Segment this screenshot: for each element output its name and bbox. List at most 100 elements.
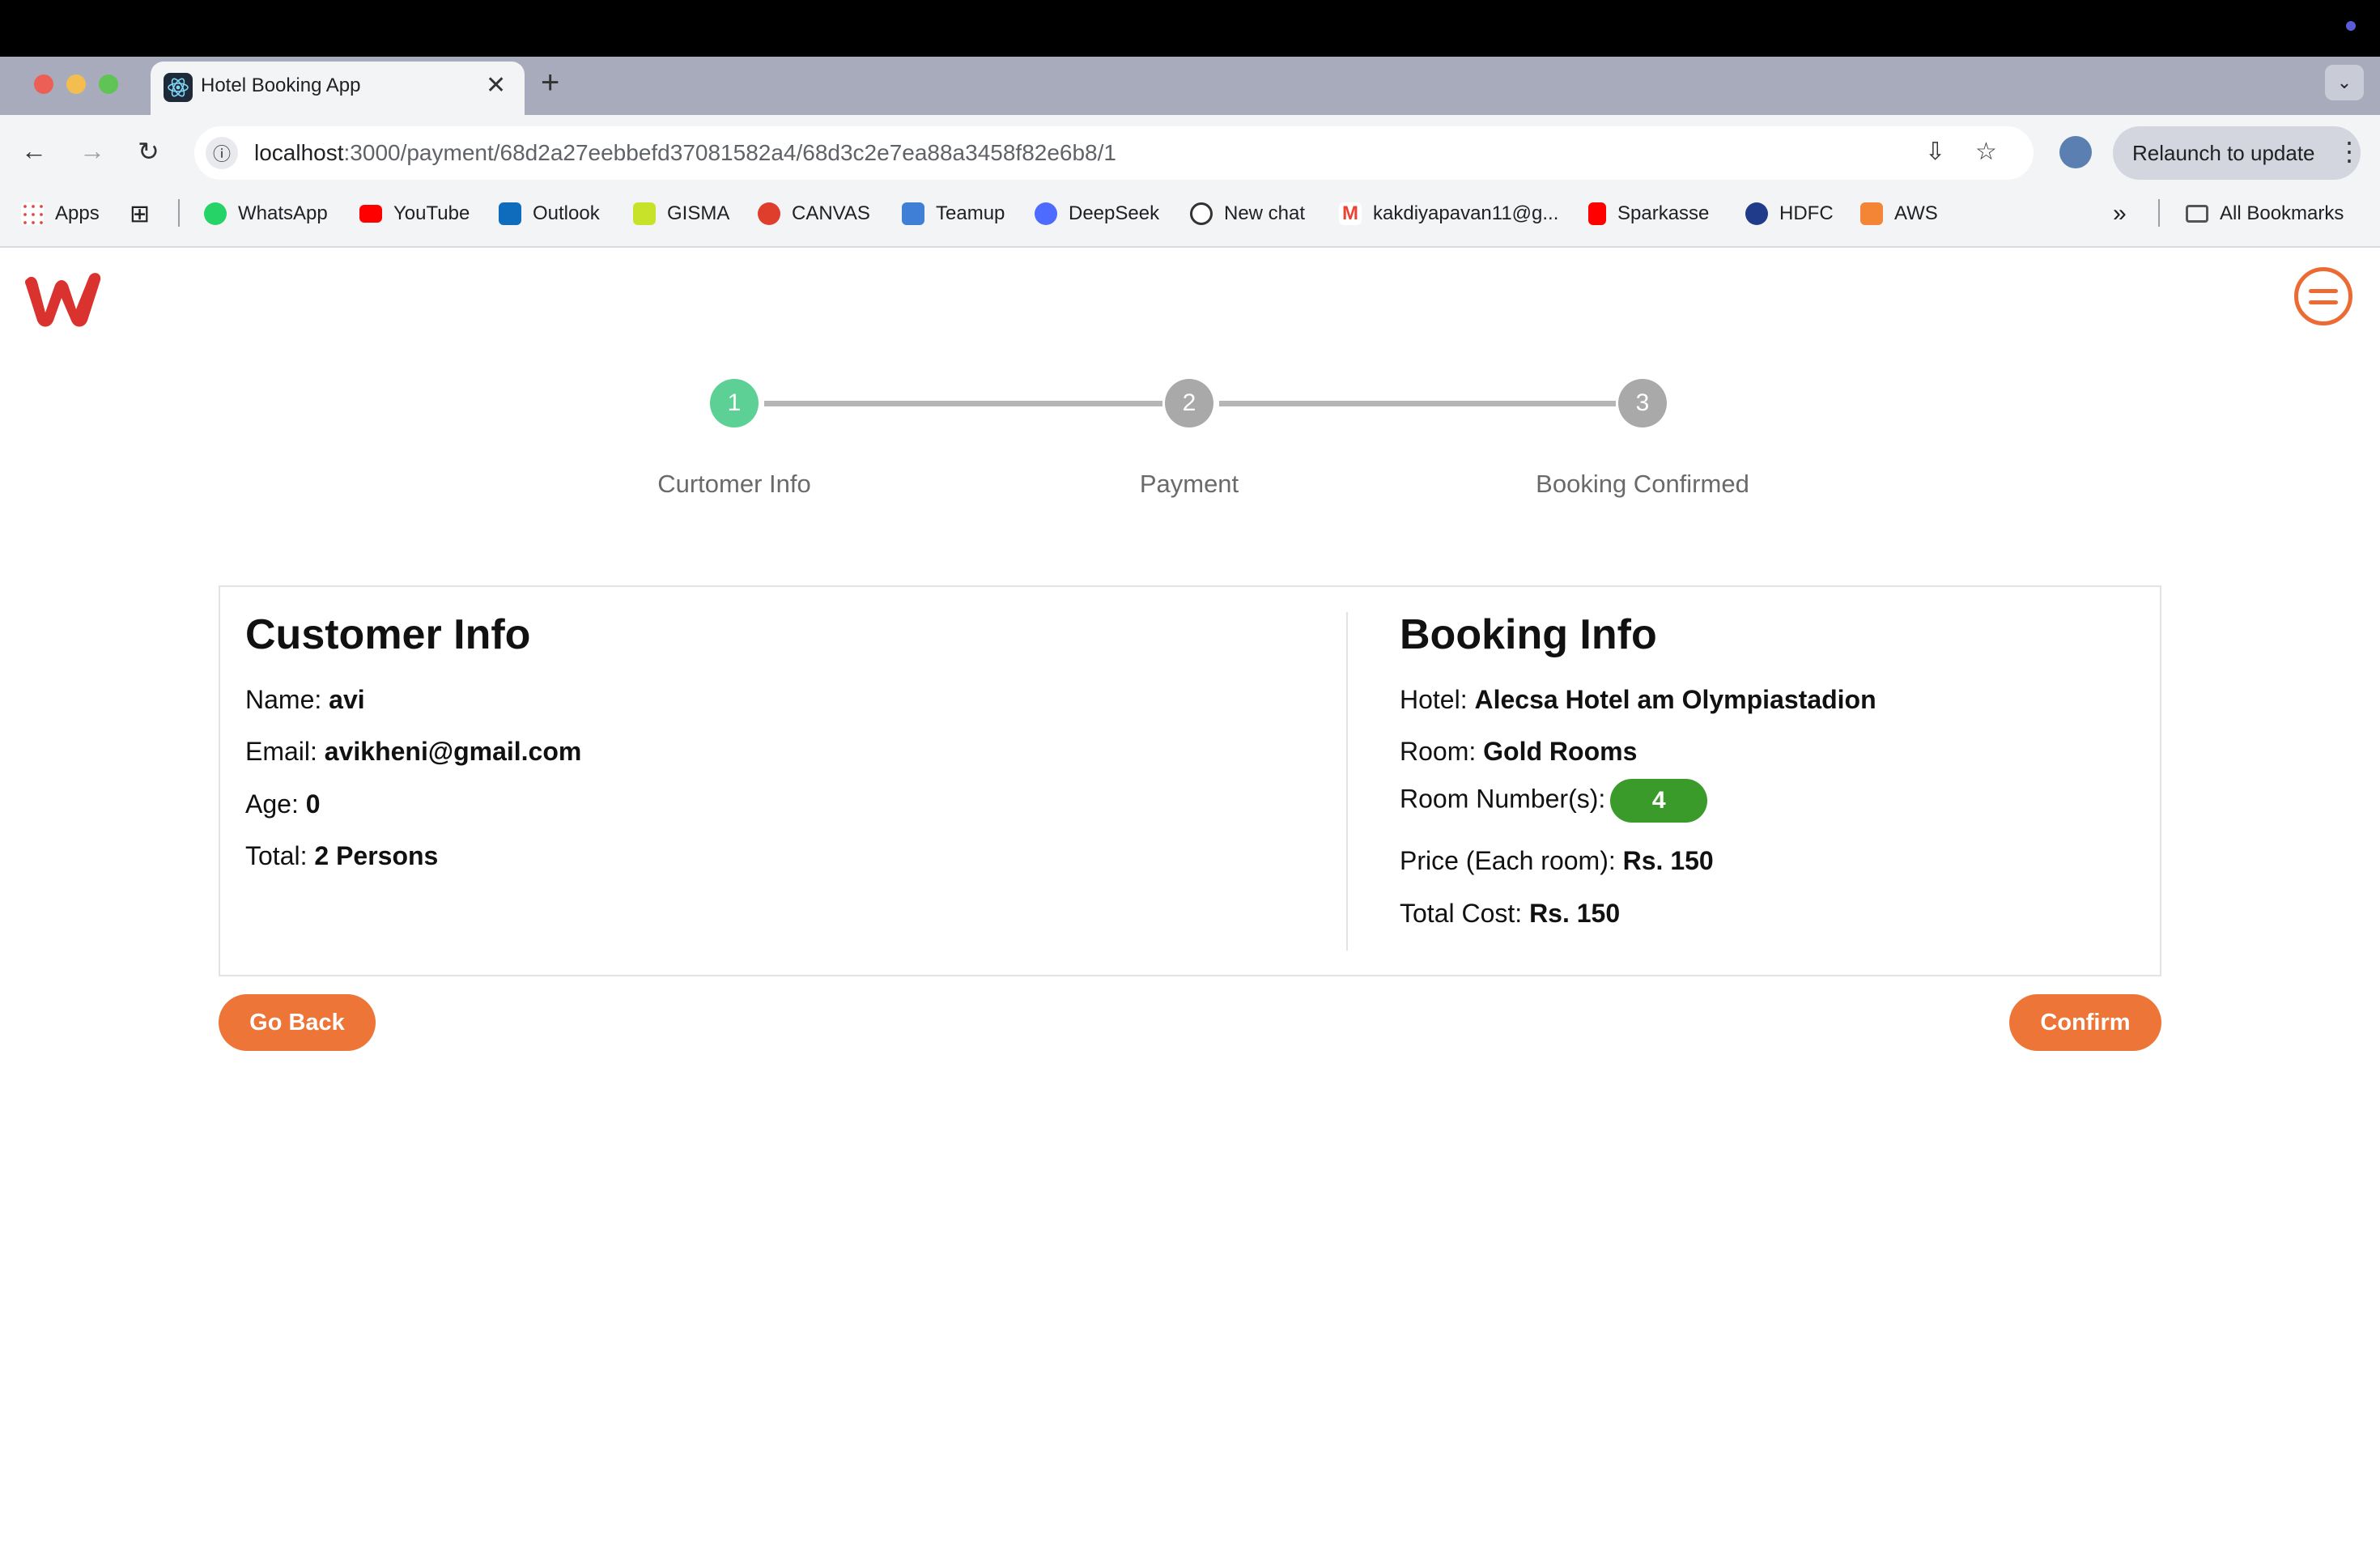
menu-line: [2309, 288, 2338, 293]
booking-total-cost: Rs. 150: [1529, 899, 1621, 928]
relaunch-button[interactable]: Relaunch to update ⋮: [2113, 126, 2362, 180]
bookmark-label: New chat: [1224, 202, 1306, 224]
bookmark-canvas[interactable]: CANVAS: [758, 199, 870, 228]
url-text[interactable]: localhost:3000/payment/68d2a27eebbefd370…: [254, 140, 1116, 166]
deepseek-icon: [1035, 202, 1057, 225]
menu-line: [2309, 300, 2338, 304]
folder-icon: [2186, 205, 2208, 223]
booking-price-row: Price (Each room): Rs. 150: [1400, 846, 1714, 876]
bookmark-gmail[interactable]: Mkakdiyapavan11@g...: [1339, 199, 1558, 228]
outlook-icon: [499, 202, 521, 225]
booking-room-row: Room: Gold Rooms: [1400, 737, 1637, 767]
booking-total-cost-row: Total Cost: Rs. 150: [1400, 899, 1620, 929]
bookmark-label: WhatsApp: [238, 202, 328, 224]
step-1-label: Curtomer Info: [657, 470, 811, 498]
bookmark-apps[interactable]: Apps: [21, 199, 100, 228]
bookmark-deepseek[interactable]: DeepSeek: [1035, 199, 1159, 228]
bookmark-label: Teamup: [936, 202, 1005, 224]
site-info-icon[interactable]: ⓘ: [206, 137, 238, 169]
customer-total-row: Total: 2 Persons: [245, 841, 438, 871]
bookmark-separator: [2158, 199, 2160, 227]
field-label: Room Number(s):: [1400, 784, 1606, 814]
address-bar[interactable]: ⓘ localhost:3000/payment/68d2a27eebbefd3…: [194, 126, 2034, 180]
field-label: Age:: [245, 789, 299, 819]
booking-room-numbers-row: Room Number(s): 4: [1400, 779, 1708, 823]
bookmark-label: kakdiyapavan11@g...: [1373, 202, 1559, 224]
step-2-label: Payment: [1139, 470, 1239, 498]
customer-age: 0: [305, 789, 321, 819]
customer-email: avikheni@gmail.com: [324, 737, 582, 766]
bookmark-aws[interactable]: AWS: [1860, 199, 1938, 228]
bookmark-teamup[interactable]: Teamup: [902, 199, 1005, 228]
relaunch-label: Relaunch to update: [2132, 141, 2315, 165]
profile-avatar[interactable]: [2059, 136, 2092, 168]
more-bookmarks-icon[interactable]: »: [2113, 199, 2127, 228]
bookmark-label: GISMA: [667, 202, 730, 224]
bookmark-label: DeepSeek: [1069, 202, 1160, 224]
bookmark-sparkasse[interactable]: Sparkasse: [1588, 199, 1709, 228]
field-label: Price (Each room):: [1400, 846, 1616, 875]
new-tab-icon[interactable]: +: [541, 65, 559, 101]
bookmark-all[interactable]: All Bookmarks: [2186, 199, 2344, 228]
bookmark-label: AWS: [1894, 202, 1938, 224]
bookmark-label: Sparkasse: [1617, 202, 1710, 224]
field-label: Hotel:: [1400, 685, 1468, 714]
bookmark-label: Outlook: [533, 202, 600, 224]
go-back-button[interactable]: Go Back: [219, 994, 376, 1051]
step-2-circle: 2: [1165, 379, 1213, 427]
forward-arrow-icon[interactable]: →: [79, 136, 105, 166]
chevron-down-icon[interactable]: ⌄: [2325, 65, 2364, 100]
bookmark-youtube[interactable]: YouTube: [359, 199, 470, 228]
confirm-button[interactable]: Confirm: [2009, 994, 2161, 1051]
booking-info-heading: Booking Info: [1400, 611, 1657, 658]
install-icon[interactable]: ⇩: [1925, 138, 1945, 166]
field-label: Total Cost:: [1400, 899, 1523, 928]
window-maximize-button[interactable]: [99, 74, 118, 94]
booking-hotel: Alecsa Hotel am Olympiastadion: [1474, 685, 1876, 714]
apps-grid-icon: [21, 202, 44, 225]
customer-name: avi: [329, 685, 365, 714]
customer-info-heading: Customer Info: [245, 611, 531, 658]
bookmark-label: All Bookmarks: [2220, 202, 2344, 224]
bookmark-label: Apps: [55, 202, 100, 224]
bookmark-hdfc[interactable]: HDFC: [1745, 199, 1834, 228]
window-close-button[interactable]: [34, 74, 53, 94]
customer-age-row: Age: 0: [245, 789, 321, 819]
booking-hotel-row: Hotel: Alecsa Hotel am Olympiastadion: [1400, 685, 1876, 715]
field-label: Room:: [1400, 737, 1477, 766]
bookmark-outlook[interactable]: Outlook: [499, 199, 600, 228]
youtube-icon: [359, 205, 382, 223]
step-connector: [1219, 401, 1616, 406]
step-3-label: Booking Confirmed: [1536, 470, 1749, 498]
field-label: Email:: [245, 737, 317, 766]
bookmark-whatsapp[interactable]: WhatsApp: [204, 199, 328, 228]
card-divider: [1346, 612, 1348, 950]
bookmark-new-chat[interactable]: New chat: [1190, 199, 1305, 228]
canvas-icon: [758, 202, 780, 225]
url-path: :3000/payment/68d2a27eebbefd37081582a4/6…: [343, 140, 1116, 165]
star-icon[interactable]: ☆: [1975, 138, 1997, 166]
whatsapp-icon: [204, 202, 227, 225]
tab-groups-icon[interactable]: ⊞: [130, 199, 150, 228]
menu-button[interactable]: [2294, 267, 2352, 325]
bookmark-gisma[interactable]: GISMA: [633, 199, 729, 228]
close-icon[interactable]: ✕: [486, 71, 506, 100]
bookmark-separator: [178, 199, 180, 227]
customer-total: 2 Persons: [314, 841, 439, 870]
step-connector: [764, 401, 1162, 406]
more-vert-icon[interactable]: ⋮: [2336, 136, 2362, 167]
reload-icon[interactable]: ↻: [138, 136, 159, 167]
customer-email-row: Email: avikheni@gmail.com: [245, 737, 581, 767]
app-logo[interactable]: [23, 267, 113, 329]
back-arrow-icon[interactable]: ←: [21, 136, 47, 166]
booking-price: Rs. 150: [1622, 846, 1714, 875]
sparkasse-icon: [1588, 202, 1606, 225]
tab-hotel-booking[interactable]: Hotel Booking App ✕: [151, 62, 525, 115]
step-1-circle: 1: [710, 379, 759, 427]
window-minimize-button[interactable]: [66, 74, 86, 94]
booking-room: Gold Rooms: [1483, 737, 1638, 766]
gmail-icon: M: [1339, 202, 1362, 225]
status-dot: [2346, 21, 2356, 31]
url-host: localhost: [254, 140, 344, 165]
teamup-icon: [902, 202, 924, 225]
